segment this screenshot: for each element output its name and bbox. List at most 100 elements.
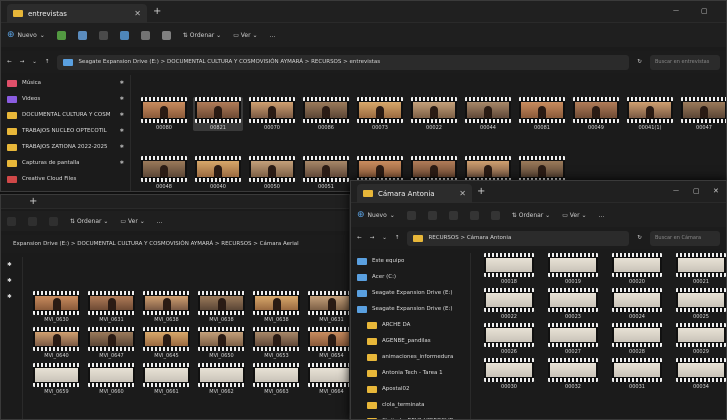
pin-icon[interactable]: ✱ [120, 128, 124, 134]
new-tab-icon[interactable]: + [29, 196, 37, 207]
video-thumbnail[interactable]: 00051 [301, 156, 351, 190]
paste-icon[interactable] [98, 30, 108, 40]
search-input[interactable]: Buscar en Cámara [650, 230, 720, 246]
new-tab-icon[interactable]: + [477, 186, 485, 197]
more-button[interactable]: ... [599, 212, 605, 219]
video-thumbnail[interactable]: 00027 [545, 323, 601, 355]
nav-item[interactable]: Cigitado_REVA VIDEOCLIP [351, 413, 470, 419]
video-thumbnail[interactable]: 00019 [545, 253, 601, 285]
nav-item[interactable]: ARCHE DA [351, 317, 470, 333]
minimize-icon[interactable]: — [673, 187, 679, 194]
back-arrow-icon[interactable]: ← [357, 235, 362, 241]
nav-item[interactable]: TRABAJOS NUCLEO OPTECOTIL ✱ [1, 123, 130, 139]
new-tab-icon[interactable]: + [153, 6, 161, 17]
nav-item[interactable]: TRABAJOS ZATIONA 2022-2025 ✱ [1, 139, 130, 155]
video-thumbnail[interactable]: MVI_0653 [251, 327, 302, 359]
video-thumbnail[interactable]: MVI_0647 [86, 327, 137, 359]
paste-icon[interactable] [49, 216, 58, 226]
video-thumbnail[interactable]: 00044 [463, 97, 513, 131]
nav-item[interactable]: Música ✱ [1, 75, 130, 91]
video-thumbnail[interactable]: 00028 [609, 323, 665, 355]
video-thumbnail[interactable]: MVI_0661 [141, 363, 192, 395]
forward-arrow-icon[interactable]: → [370, 235, 375, 241]
rename-icon[interactable] [469, 210, 479, 220]
nav-item[interactable]: Seagate Expansion Drive (E:) [351, 285, 470, 301]
video-thumbnail[interactable]: MVI_0659 [31, 363, 82, 395]
refresh-icon[interactable]: ↻ [637, 59, 642, 65]
cut-icon[interactable] [406, 210, 416, 220]
view-button[interactable]: ▭ Ver ⌄ [120, 218, 144, 225]
nav-item[interactable]: AGENBE_pandilas [351, 333, 470, 349]
pin-icon[interactable]: ✱ [120, 80, 124, 86]
video-thumbnail[interactable]: 00026 [481, 323, 537, 355]
tab-camara-antonia[interactable]: Cámara Antonia ✕ [357, 184, 472, 203]
video-thumbnail[interactable]: 00048 [139, 156, 189, 190]
video-thumbnail[interactable]: 00024 [609, 288, 665, 320]
video-thumbnail[interactable]: 00018 [481, 253, 537, 285]
view-button[interactable]: ▭ Ver ⌄ [233, 32, 257, 39]
video-thumbnail[interactable]: MVI_0650 [196, 327, 247, 359]
delete-icon[interactable] [161, 30, 171, 40]
video-thumbnail[interactable]: MVI_0638 [141, 291, 192, 323]
video-thumbnail[interactable]: MVI_0631 [306, 291, 349, 323]
tab-entrevistas[interactable]: entrevistas ✕ [7, 4, 147, 23]
nav-item[interactable]: clola_terminata [351, 397, 470, 413]
video-thumbnail[interactable]: MVI_0645 [141, 327, 192, 359]
pin-icon[interactable]: ✱ [120, 96, 124, 102]
nav-item[interactable]: Videos ✱ [1, 91, 130, 107]
copy-icon[interactable] [77, 30, 87, 40]
copy-icon[interactable] [427, 210, 437, 220]
video-thumbnail[interactable]: 00070 [247, 97, 297, 131]
more-button[interactable]: ... [157, 218, 163, 225]
video-thumbnail[interactable]: MVI_0664 [306, 363, 349, 395]
chevron-down-icon[interactable]: ⌄ [32, 59, 37, 65]
video-thumbnail[interactable]: MVI_0663 [251, 363, 302, 395]
video-thumbnail[interactable]: 00086 [301, 97, 351, 131]
sort-button[interactable]: ⇅ Ordenar ⌄ [512, 212, 550, 219]
refresh-icon[interactable]: ↻ [637, 235, 642, 241]
nav-item[interactable]: DOCUMENTAL CULTURA Y COSM ✱ [1, 107, 130, 123]
video-thumbnail[interactable]: MVI_0638 [196, 291, 247, 323]
cut-icon[interactable] [56, 30, 66, 40]
video-thumbnail[interactable]: 00031 [609, 358, 665, 390]
video-thumbnail[interactable]: 00021 [673, 253, 726, 285]
pin-icon[interactable]: ✱ [120, 112, 124, 118]
video-thumbnail[interactable]: 00023 [545, 288, 601, 320]
video-thumbnail[interactable]: MVI_0638 [251, 291, 302, 323]
breadcrumb[interactable]: RECURSOS > Cámara Antonia [407, 230, 630, 246]
video-thumbnail[interactable]: MVI_0662 [196, 363, 247, 395]
video-thumbnail[interactable]: 00073 [355, 97, 405, 131]
nav-item[interactable]: Capturas de pantalla ✱ [1, 155, 130, 171]
video-thumbnail[interactable]: 00030 [481, 358, 537, 390]
nav-item[interactable]: animaciones_informedura [351, 349, 470, 365]
video-thumbnail[interactable]: 00020 [609, 253, 665, 285]
video-thumbnail[interactable]: MVI_0640 [31, 327, 82, 359]
new-button[interactable]: ⊕ Nuevo ⌄ [357, 210, 395, 220]
more-button[interactable]: ... [270, 32, 276, 39]
video-thumbnail[interactable]: 00032 [545, 358, 601, 390]
cut-icon[interactable] [7, 216, 16, 226]
pin-icon[interactable]: ✱ [120, 144, 124, 150]
chevron-down-icon[interactable]: ⌄ [382, 235, 387, 241]
nav-item[interactable]: Seagate Expansion Drive (E:) [351, 301, 470, 317]
paste-icon[interactable] [448, 210, 458, 220]
minimize-icon[interactable]: — [673, 7, 679, 14]
video-thumbnail[interactable]: 00080 [139, 97, 189, 131]
video-thumbnail[interactable]: MVI_0660 [86, 363, 137, 395]
rename-icon[interactable] [119, 30, 129, 40]
video-thumbnail[interactable]: 00047 [679, 97, 726, 131]
video-thumbnail[interactable]: MVI_0631 [86, 291, 137, 323]
nav-item[interactable]: Apostal02 [351, 381, 470, 397]
up-arrow-icon[interactable]: ↑ [395, 235, 400, 241]
video-thumbnail[interactable]: 00081 [517, 97, 567, 131]
maximize-icon[interactable]: ▢ [693, 187, 700, 195]
sort-button[interactable]: ⇅ Ordenar ⌄ [70, 218, 108, 225]
video-thumbnail[interactable]: 00025 [673, 288, 726, 320]
video-thumbnail[interactable]: MVI_0630 [31, 291, 82, 323]
share-icon[interactable] [140, 30, 150, 40]
up-arrow-icon[interactable]: ↑ [45, 59, 50, 65]
view-button[interactable]: ▭ Ver ⌄ [562, 212, 586, 219]
close-tab-icon[interactable]: ✕ [134, 9, 141, 18]
maximize-icon[interactable]: ▢ [701, 7, 708, 15]
breadcrumb[interactable]: Seagate Expansion Drive (E:) > DOCUMENTA… [57, 54, 630, 70]
